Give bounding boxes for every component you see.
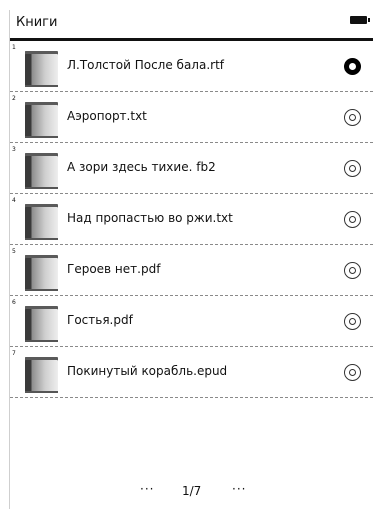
- book-title: А зори здесь тихие. fb2: [67, 160, 216, 174]
- book-icon: [25, 255, 58, 291]
- radio-icon[interactable]: [344, 262, 361, 279]
- book-title: Гостья.pdf: [67, 313, 133, 327]
- book-item[interactable]: 6 Гостья.pdf: [10, 296, 373, 347]
- book-title: Над пропастью во ржи.txt: [67, 211, 233, 225]
- book-list: 1 Л.Толстой После бала.rtf 2 Аэропорт.tx…: [10, 41, 373, 398]
- battery-icon: [350, 16, 370, 24]
- item-number: 3: [12, 146, 16, 153]
- item-number: 7: [12, 350, 16, 357]
- radio-icon[interactable]: [344, 160, 361, 177]
- item-number: 2: [12, 95, 16, 102]
- item-number: 6: [12, 299, 16, 306]
- item-number: 5: [12, 248, 16, 255]
- book-icon: [25, 357, 58, 393]
- page-title: Книги: [16, 15, 58, 30]
- book-title: Покинутый корабль.epud: [67, 364, 228, 378]
- previous-page-button[interactable]: ···: [140, 482, 154, 496]
- book-title: Л.Толстой После бала.rtf: [67, 58, 225, 72]
- item-number: 1: [12, 44, 16, 51]
- book-list-screen: Книги 1 Л.Толстой После бала.rtf 2 Аэроп…: [0, 0, 381, 509]
- radio-icon[interactable]: [344, 313, 361, 330]
- page-indicator: 1/7: [182, 484, 202, 498]
- book-title: Аэропорт.txt: [67, 109, 147, 123]
- pagination: ··· 1/7 ···: [10, 482, 373, 502]
- book-icon: [25, 102, 58, 138]
- radio-icon[interactable]: [344, 364, 361, 381]
- radio-icon[interactable]: [344, 109, 361, 126]
- item-number: 4: [12, 197, 16, 204]
- book-icon: [25, 306, 58, 342]
- book-title: Героев нет.pdf: [67, 262, 161, 276]
- radio-icon[interactable]: [344, 211, 361, 228]
- book-item[interactable]: 5 Героев нет.pdf: [10, 245, 373, 296]
- book-item[interactable]: 2 Аэропорт.txt: [10, 92, 373, 143]
- header-bar: Книги: [10, 10, 373, 38]
- book-item[interactable]: 4 Над пропастью во ржи.txt: [10, 194, 373, 245]
- book-item[interactable]: 1 Л.Толстой После бала.rtf: [10, 41, 373, 92]
- book-item[interactable]: 7 Покинутый корабль.epud: [10, 347, 373, 398]
- selected-radio-icon[interactable]: [344, 58, 361, 75]
- book-icon: [25, 51, 58, 87]
- book-icon: [25, 153, 58, 189]
- book-icon: [25, 204, 58, 240]
- next-page-button[interactable]: ···: [232, 482, 246, 496]
- book-item[interactable]: 3 А зори здесь тихие. fb2: [10, 143, 373, 194]
